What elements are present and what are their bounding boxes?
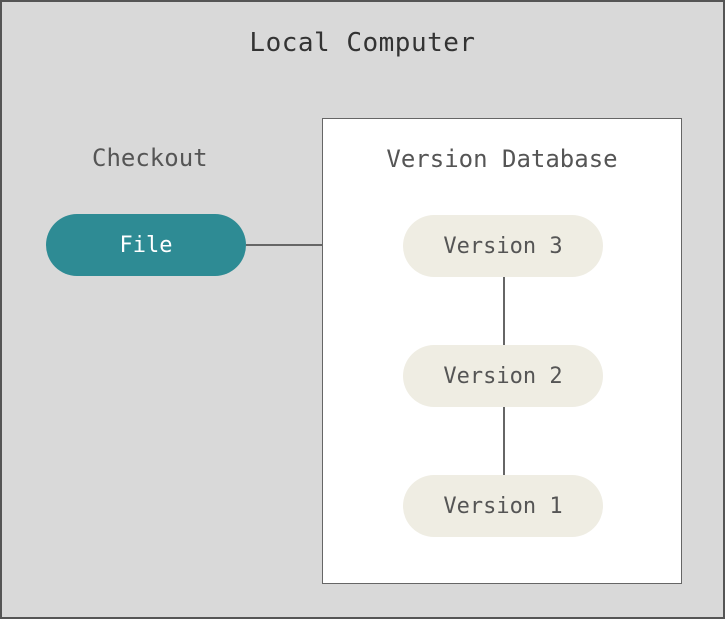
version-1-label: Version 1 [443, 494, 562, 519]
diagram-title: Local Computer [2, 28, 723, 58]
file-node-label: File [120, 233, 173, 258]
file-node: File [46, 214, 246, 276]
version-2-node: Version 2 [403, 345, 603, 407]
local-computer-frame: Local Computer Checkout File Version Dat… [0, 0, 725, 619]
version-3-node: Version 3 [403, 215, 603, 277]
connector-v3-to-v2 [503, 277, 505, 345]
version-3-label: Version 3 [443, 234, 562, 259]
version-1-node: Version 1 [403, 475, 603, 537]
version-2-label: Version 2 [443, 364, 562, 389]
version-database-title: Version Database [323, 145, 681, 173]
version-database-box: Version Database Version 3 Version 2 Ver… [322, 118, 682, 584]
checkout-label: Checkout [92, 144, 208, 172]
connector-v2-to-v1 [503, 407, 505, 475]
